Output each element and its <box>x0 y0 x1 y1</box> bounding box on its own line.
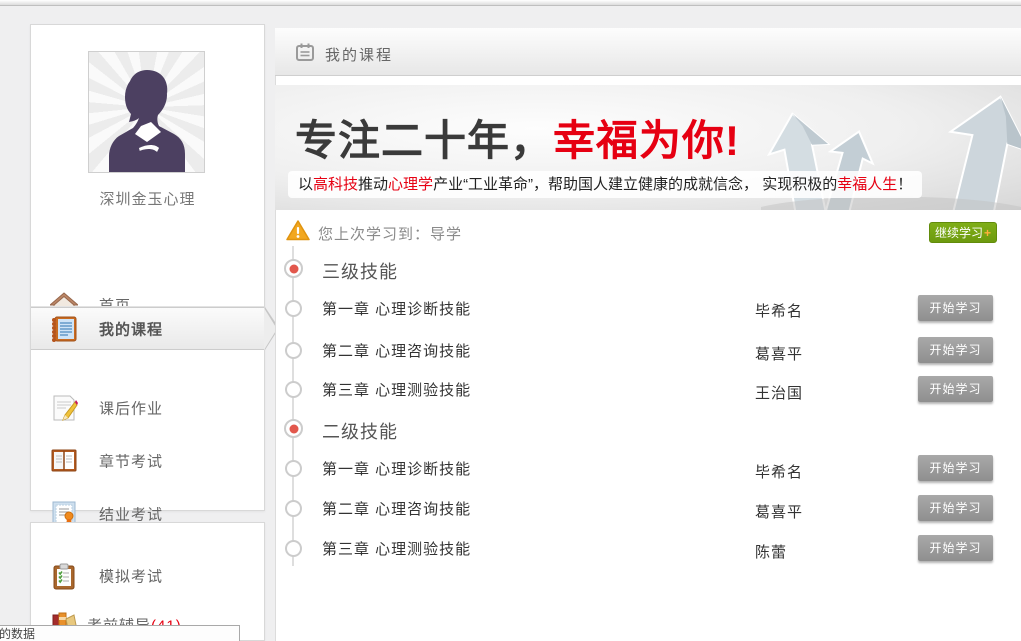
chapter-teacher: 葛喜平 <box>755 343 803 364</box>
chapter-name[interactable]: 第一章 心理诊断技能 <box>322 298 471 319</box>
subtitle-part: 产业“工业革命”，帮助国人建立健康的成就信念， 实现积极的 <box>433 176 837 193</box>
plus-icon: + <box>984 226 991 240</box>
banner-headline: 专注二十年，幸福为你! <box>295 107 740 168</box>
promo-banner[interactable]: 专注二十年，幸福为你! 以高科技推动心理学产业“工业革命”，帮助国人建立健康的成… <box>275 85 1021 210</box>
sidebar-item-chapter-exam[interactable]: 章节考试 <box>31 435 264 487</box>
start-learning-button[interactable]: 开始学习 <box>918 295 993 321</box>
user-name: 深圳金玉心理 <box>31 188 264 209</box>
subtitle-part: ！ <box>897 176 912 193</box>
chapter-name[interactable]: 第二章 心理咨询技能 <box>322 498 471 519</box>
warning-icon <box>286 220 310 246</box>
subtitle-part: 心理学 <box>388 176 433 193</box>
open-book-icon <box>50 447 78 475</box>
chapter-radio[interactable] <box>285 342 302 359</box>
chapter-name[interactable]: 第三章 心理测验技能 <box>322 379 471 400</box>
section-radio-filled[interactable] <box>284 419 303 438</box>
sidebar-item-mock-exam[interactable]: 模拟考试 <box>31 550 264 602</box>
radio-dot <box>289 264 298 273</box>
sidebar-item-label: 模拟考试 <box>99 566 163 587</box>
chapter-teacher: 王治国 <box>755 382 803 403</box>
start-learning-button[interactable]: 开始学习 <box>918 495 993 521</box>
subtitle-part: 推动 <box>358 176 388 193</box>
continue-learning-button[interactable]: 继续学习+ <box>929 222 997 243</box>
homework-pencil-icon <box>50 394 78 422</box>
clipboard-icon <box>50 562 78 590</box>
page-root: 深圳金玉心理 首页 <box>0 0 1021 641</box>
chapter-name[interactable]: 第一章 心理诊断技能 <box>322 458 471 479</box>
main-header: 我的课程 <box>275 28 1021 76</box>
sidebar-item-homework[interactable]: 课后作业 <box>31 382 264 434</box>
chapter-radio[interactable] <box>285 460 302 477</box>
chapter-teacher: 葛喜平 <box>755 501 803 522</box>
avatar-silhouette <box>89 52 205 173</box>
top-strip <box>0 0 1021 6</box>
banner-subtitle: 以高科技推动心理学产业“工业革命”，帮助国人建立健康的成就信念， 实现积极的幸福… <box>288 171 922 198</box>
banner-headline-red: 幸福为你! <box>553 117 740 164</box>
sidebar-item-label: 我的课程 <box>99 318 163 339</box>
section-radio-filled[interactable] <box>284 259 303 278</box>
notebook-icon <box>50 315 78 343</box>
subtitle-part: 高科技 <box>313 176 358 193</box>
start-learning-button[interactable]: 开始学习 <box>918 535 993 561</box>
start-learning-button[interactable]: 开始学习 <box>918 376 993 402</box>
subtitle-part: 以 <box>298 176 313 193</box>
chapter-teacher: 毕希名 <box>755 300 803 321</box>
start-learning-button[interactable]: 开始学习 <box>918 455 993 481</box>
sidebar-exam-card: 模拟考试 考前辅导(41) <box>30 522 265 641</box>
chapter-radio[interactable] <box>285 381 302 398</box>
sidebar-profile-card: 深圳金玉心理 首页 <box>30 24 265 511</box>
chapter-name[interactable]: 第二章 心理咨询技能 <box>322 340 471 361</box>
subtitle-part: 幸福人生 <box>837 176 897 193</box>
chapter-radio[interactable] <box>285 540 302 557</box>
browser-status-tooltip: 的数据 <box>0 625 240 641</box>
continue-learning-label: 继续学习 <box>935 226 983 240</box>
chapter-name[interactable]: 第三章 心理测验技能 <box>322 538 471 559</box>
resume-notice: 您上次学习到：导学 <box>318 223 462 244</box>
banner-headline-dark: 专注二十年， <box>295 117 553 164</box>
chapter-radio[interactable] <box>285 500 302 517</box>
memo-icon <box>295 42 315 67</box>
radio-dot <box>289 424 298 433</box>
chapter-radio[interactable] <box>285 300 302 317</box>
resume-notice-prefix: 您上次学习到： <box>318 226 430 243</box>
resume-notice-target: 导学 <box>430 226 462 243</box>
course-timeline-line <box>292 246 294 566</box>
chapter-teacher: 陈蕾 <box>755 541 787 562</box>
chapter-teacher: 毕希名 <box>755 461 803 482</box>
section-title: 三级技能 <box>322 258 398 284</box>
section-title: 二级技能 <box>322 418 398 444</box>
start-learning-button[interactable]: 开始学习 <box>918 337 993 363</box>
avatar <box>88 51 205 173</box>
sidebar-item-my-courses[interactable]: 我的课程 <box>31 307 264 350</box>
sidebar-item-label: 课后作业 <box>99 398 163 419</box>
sidebar-item-label: 章节考试 <box>99 451 163 472</box>
page-title: 我的课程 <box>325 44 393 65</box>
